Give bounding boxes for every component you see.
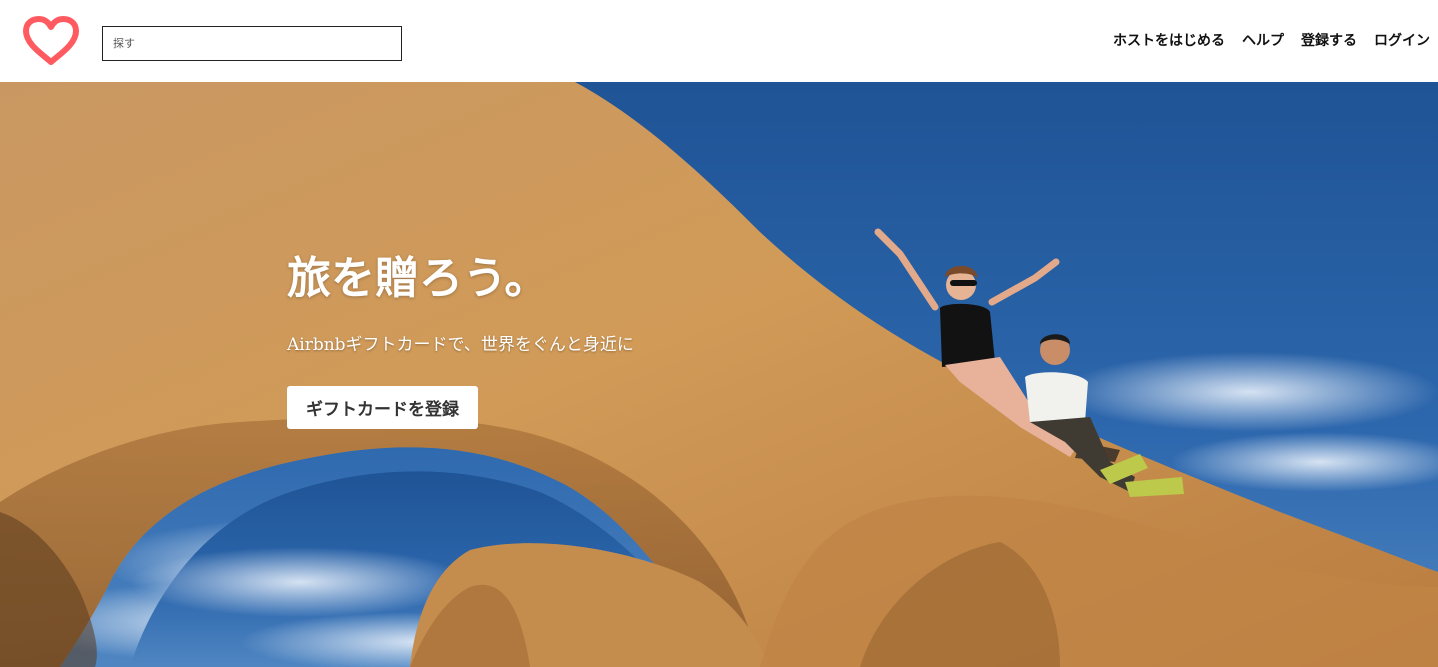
search-input[interactable] <box>102 26 402 61</box>
hero-subtitle: Airbnbギフトカードで、世界をぐんと身近に <box>287 335 634 355</box>
top-nav: ホストをはじめる ヘルプ 登録する ログイン <box>1113 30 1430 50</box>
heart-icon[interactable] <box>22 16 80 66</box>
top-header: ホストをはじめる ヘルプ 登録する ログイン <box>0 0 1438 82</box>
nav-signup-link[interactable]: 登録する <box>1301 30 1357 50</box>
hero-image <box>0 82 1438 667</box>
hero-copy: 旅を贈ろう。 Airbnbギフトカードで、世界をぐんと身近に ギフトカードを登録 <box>287 250 634 429</box>
register-gift-card-button[interactable]: ギフトカードを登録 <box>287 386 478 429</box>
hero-banner: 旅を贈ろう。 Airbnbギフトカードで、世界をぐんと身近に ギフトカードを登録 <box>0 82 1438 667</box>
nav-host-link[interactable]: ホストをはじめる <box>1113 30 1225 50</box>
nav-help-link[interactable]: ヘルプ <box>1242 30 1284 50</box>
nav-login-link[interactable]: ログイン <box>1374 30 1430 50</box>
hero-title: 旅を贈ろう。 <box>287 253 549 304</box>
